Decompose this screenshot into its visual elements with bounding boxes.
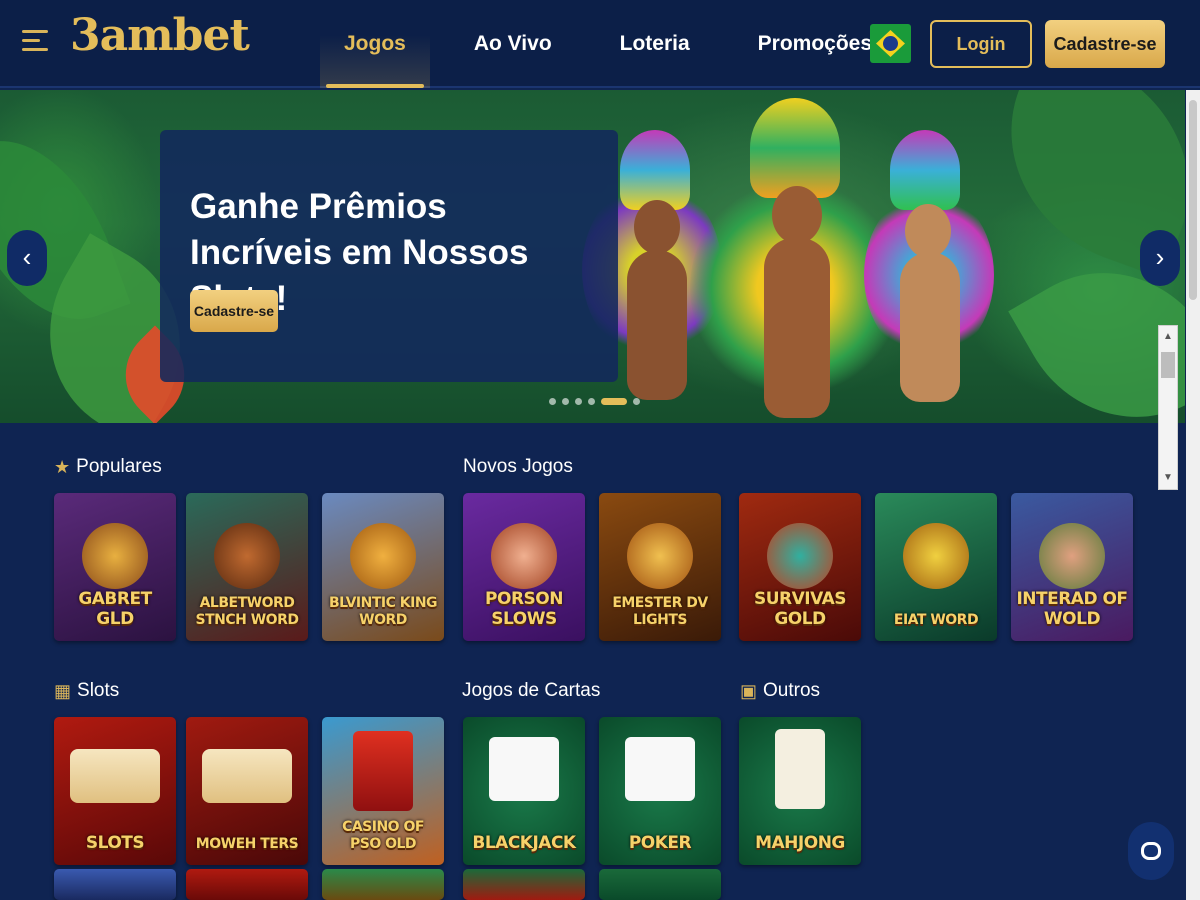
- section-label: Outros: [763, 680, 821, 701]
- game-title: BLVINTIC KING WORD: [328, 595, 438, 628]
- game-title: CASINO OF PSO OLD: [342, 819, 424, 852]
- carousel-dots: [549, 398, 646, 405]
- nav-ao-vivo[interactable]: Ao Vivo: [450, 0, 576, 88]
- scroll-down-icon[interactable]: ▼: [1159, 469, 1177, 487]
- game-tile[interactable]: SLOTS: [54, 717, 176, 865]
- section-label: Slots: [77, 680, 120, 701]
- scroll-thumb[interactable]: [1161, 352, 1175, 378]
- nav-jogos[interactable]: Jogos: [320, 0, 430, 88]
- game-title: PORSON SLOWS: [485, 589, 563, 629]
- section-label: Populares: [76, 456, 162, 477]
- game-title: ALBETWORD STNCH WORD: [195, 595, 299, 628]
- game-title: SLOTS: [85, 833, 145, 853]
- game-title: INTERAD OF WOLD: [1016, 589, 1128, 629]
- game-tile[interactable]: BLACKJACK: [463, 717, 585, 865]
- nav-loteria[interactable]: Loteria: [596, 0, 714, 88]
- game-tile[interactable]: [463, 869, 585, 900]
- main-nav: Jogos Ao Vivo Loteria Promoções: [320, 0, 916, 88]
- popup-scrollbar[interactable]: ▲ ▼: [1158, 325, 1178, 490]
- promo-signup-button[interactable]: Cadastre-se: [190, 290, 278, 332]
- carousel-dot[interactable]: [588, 398, 595, 405]
- game-tile[interactable]: [54, 869, 176, 900]
- brazil-flag-icon[interactable]: [870, 24, 911, 63]
- page-scrollbar[interactable]: [1186, 90, 1200, 900]
- scroll-up-icon[interactable]: ▲: [1159, 328, 1177, 346]
- section-title-novos-jogos: Novos Jogos: [463, 456, 573, 478]
- carousel-dot[interactable]: [549, 398, 556, 405]
- game-tile[interactable]: [322, 869, 444, 900]
- game-title: SURVIVAS GOLD: [753, 589, 847, 629]
- section-title-jogos-de-cartas: Jogos de Cartas: [462, 680, 600, 702]
- game-tile[interactable]: CASINO OF PSO OLD: [322, 717, 444, 865]
- game-tile[interactable]: [599, 869, 721, 900]
- carnival-dancer-right: [864, 130, 1000, 420]
- section-label: Novos Jogos: [463, 456, 573, 477]
- slot-machine-icon: ▦: [54, 680, 72, 701]
- game-tile[interactable]: [186, 869, 308, 900]
- carousel-dot[interactable]: [562, 398, 569, 405]
- game-tile[interactable]: BLVINTIC KING WORD: [322, 493, 444, 641]
- star-icon: ★: [54, 456, 71, 477]
- game-title: BLACKJACK: [472, 833, 576, 853]
- game-tile[interactable]: MOWEH TERS: [186, 717, 308, 865]
- carnival-dancer-center: [690, 98, 900, 423]
- section-title-slots: ▦ Slots: [54, 680, 119, 702]
- carousel-dot[interactable]: [575, 398, 582, 405]
- hamburger-menu-icon[interactable]: [22, 30, 48, 56]
- game-tile[interactable]: INTERAD OF WOLD: [1011, 493, 1133, 641]
- game-tile[interactable]: POKER: [599, 717, 721, 865]
- game-title: EIAT WORD: [893, 612, 979, 628]
- game-tile[interactable]: PORSON SLOWS: [463, 493, 585, 641]
- game-title: GABRET GLD: [78, 589, 152, 629]
- chevron-right-icon[interactable]: ›: [1140, 230, 1180, 286]
- game-tile[interactable]: MAHJONG: [739, 717, 861, 865]
- blocks-icon: ▣: [740, 680, 758, 701]
- game-title: EMESTER DV LIGHTS: [612, 595, 708, 628]
- section-title-populares: ★ Populares: [54, 456, 162, 478]
- carousel-dot-active[interactable]: [601, 398, 627, 405]
- game-tile[interactable]: ALBETWORD STNCH WORD: [186, 493, 308, 641]
- game-title: MAHJONG: [755, 833, 845, 853]
- game-tile[interactable]: GABRET GLD: [54, 493, 176, 641]
- section-label: Jogos de Cartas: [462, 680, 601, 701]
- chat-bubble-icon[interactable]: [1128, 822, 1174, 880]
- login-button[interactable]: Login: [930, 20, 1032, 68]
- game-tile[interactable]: EIAT WORD: [875, 493, 997, 641]
- game-title: POKER: [628, 833, 692, 853]
- promo-box: Ganhe Prêmios Incríveis em Nossos Slots!…: [160, 130, 618, 382]
- section-title-outros: ▣ Outros: [740, 680, 820, 702]
- game-tile[interactable]: SURVIVAS GOLD: [739, 493, 861, 641]
- signup-button[interactable]: Cadastre-se: [1045, 20, 1165, 68]
- game-tile[interactable]: EMESTER DV LIGHTS: [599, 493, 721, 641]
- promo-banner: Ganhe Prêmios Incríveis em Nossos Slots!…: [0, 90, 1185, 423]
- logo[interactable]: 3ambet: [70, 10, 250, 61]
- game-title: MOWEH TERS: [195, 836, 299, 852]
- header: 3ambet Jogos Ao Vivo Loteria Promoções L…: [0, 0, 1200, 88]
- chevron-left-icon[interactable]: ‹: [7, 230, 47, 286]
- carousel-dot[interactable]: [633, 398, 640, 405]
